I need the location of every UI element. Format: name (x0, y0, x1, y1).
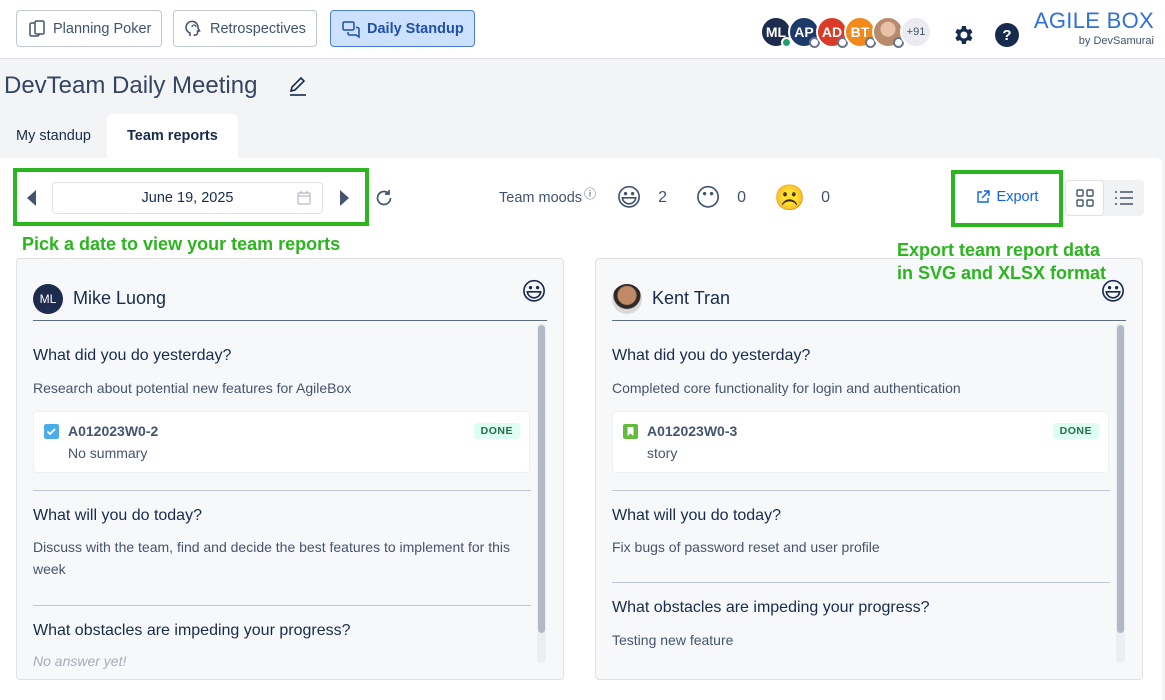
issue-summary: story (647, 445, 678, 461)
scrollbar[interactable] (537, 323, 546, 663)
refresh-icon (376, 190, 392, 206)
question-obstacles: What obstacles are impeding your progres… (33, 622, 351, 639)
question-today: What will you do today? (33, 507, 202, 524)
head-icon (185, 20, 201, 36)
brand-subtitle: by DevSamurai (1078, 35, 1154, 47)
export-highlight-box (951, 170, 1063, 227)
linked-issue[interactable]: A012023W0-2 No summary DONE (33, 411, 530, 473)
date-hint-annotation: Pick a date to view your team reports (22, 234, 341, 254)
avatar-photo (612, 283, 642, 314)
story-bookmark-icon (623, 424, 638, 439)
export-hint-line-1: Export team report data (897, 240, 1101, 260)
grid-icon (1075, 189, 1094, 207)
info-icon[interactable]: ⓘ (584, 185, 596, 202)
divider (612, 490, 1110, 491)
answer-obstacles: Testing new feature (612, 632, 734, 648)
status-badge: DONE (473, 423, 520, 439)
neutral-mood-count: 0 (737, 189, 746, 206)
no-answer-text: No answer yet! (33, 653, 127, 669)
answer-yesterday: Completed core functionality for login a… (612, 380, 961, 396)
question-today: What will you do today? (612, 507, 781, 524)
divider (33, 490, 531, 491)
happy-mood-count: 2 (658, 189, 667, 206)
pencil-icon (290, 76, 307, 96)
scrollbar-thumb[interactable] (1117, 325, 1124, 633)
question-yesterday: What did you do yesterday? (612, 347, 811, 364)
member-avatars[interactable]: ML AP AD BT +91 (760, 16, 932, 48)
answer-today: Fix bugs of password reset and user prof… (612, 539, 880, 555)
page-title: DevTeam Daily Meeting (4, 72, 258, 99)
page-title-row: DevTeam Daily Meeting (4, 72, 309, 100)
more-members-count: +91 (906, 26, 926, 38)
list-view-button[interactable] (1104, 180, 1143, 216)
issue-key[interactable]: A012023W0-2 (68, 423, 158, 439)
edit-title-button[interactable] (287, 75, 309, 97)
brand-logo: AGILE BOX by DevSamurai (1034, 8, 1154, 47)
nav-daily-standup-label: Daily Standup (367, 20, 464, 37)
sad-mood-icon: ☹️ (773, 183, 806, 212)
divider (33, 605, 531, 606)
report-card-mike-luong: ML Mike Luong 😃 What did you do yesterda… (16, 258, 564, 680)
nav-retrospectives-button[interactable]: Retrospectives (173, 10, 317, 47)
question-icon: ? (995, 23, 1019, 47)
refresh-button[interactable] (373, 186, 395, 210)
date-highlight-box (13, 168, 369, 226)
tab-bar: My standup Team reports (0, 114, 238, 158)
happy-mood-icon: 😃 (520, 277, 547, 306)
question-obstacles: What obstacles are impeding your progres… (612, 599, 930, 616)
avatar: ML (33, 283, 63, 314)
tab-my-standup[interactable]: My standup (0, 114, 107, 158)
divider (612, 582, 1110, 583)
view-toggle (1065, 180, 1144, 216)
scrollbar[interactable] (1116, 323, 1125, 663)
more-members-badge[interactable]: +91 (900, 16, 932, 48)
member-name: Mike Luong (73, 288, 167, 308)
team-moods: Team moods ⓘ 😃 2 😶 0 ☹️ 0 (499, 183, 830, 213)
chat-icon (342, 20, 360, 38)
task-checkbox-icon (44, 424, 59, 439)
answer-today: Discuss with the team, find and decide t… (33, 539, 511, 577)
export-hint-annotation: Export team report data in SVG and XLSX … (897, 239, 1106, 285)
answer-yesterday: Research about potential new features fo… (33, 380, 352, 396)
happy-mood-icon: 😃 (616, 183, 643, 212)
nav-daily-standup-button[interactable]: Daily Standup (330, 10, 475, 47)
nav-retrospectives-label: Retrospectives (210, 20, 306, 37)
issue-key[interactable]: A012023W0-3 (647, 423, 737, 439)
issue-summary: No summary (68, 445, 148, 461)
gear-icon (955, 26, 973, 44)
card-header: ML Mike Luong 😃 (33, 277, 547, 321)
nav-planning-poker-button[interactable]: Planning Poker (16, 10, 163, 47)
sad-mood-count: 0 (821, 189, 831, 206)
tab-team-reports[interactable]: Team reports (106, 114, 238, 158)
grid-view-button[interactable] (1065, 180, 1104, 216)
list-icon (1114, 191, 1133, 205)
brand-title: AGILE BOX (1033, 8, 1154, 33)
scrollbar-thumb[interactable] (538, 325, 545, 633)
nav-planning-poker-label: Planning Poker (53, 20, 152, 37)
question-yesterday: What did you do yesterday? (33, 347, 232, 364)
member-name: Kent Tran (652, 288, 731, 308)
linked-issue[interactable]: A012023W0-3 story DONE (612, 411, 1109, 473)
export-hint-line-2: in SVG and XLSX format (897, 263, 1107, 283)
help-button[interactable]: ? (994, 22, 1020, 48)
neutral-mood-icon: 😶 (695, 183, 722, 212)
team-moods-label: Team moods (499, 190, 583, 206)
status-badge: DONE (1052, 423, 1099, 439)
cards-icon (29, 19, 45, 37)
report-card-kent-tran: Kent Tran 😃 What did you do yesterday? C… (595, 258, 1143, 680)
svg-text:?: ? (1002, 27, 1011, 44)
top-bar: Planning Poker Retrospectives Daily Stan… (0, 0, 1165, 59)
settings-button[interactable] (950, 22, 976, 48)
